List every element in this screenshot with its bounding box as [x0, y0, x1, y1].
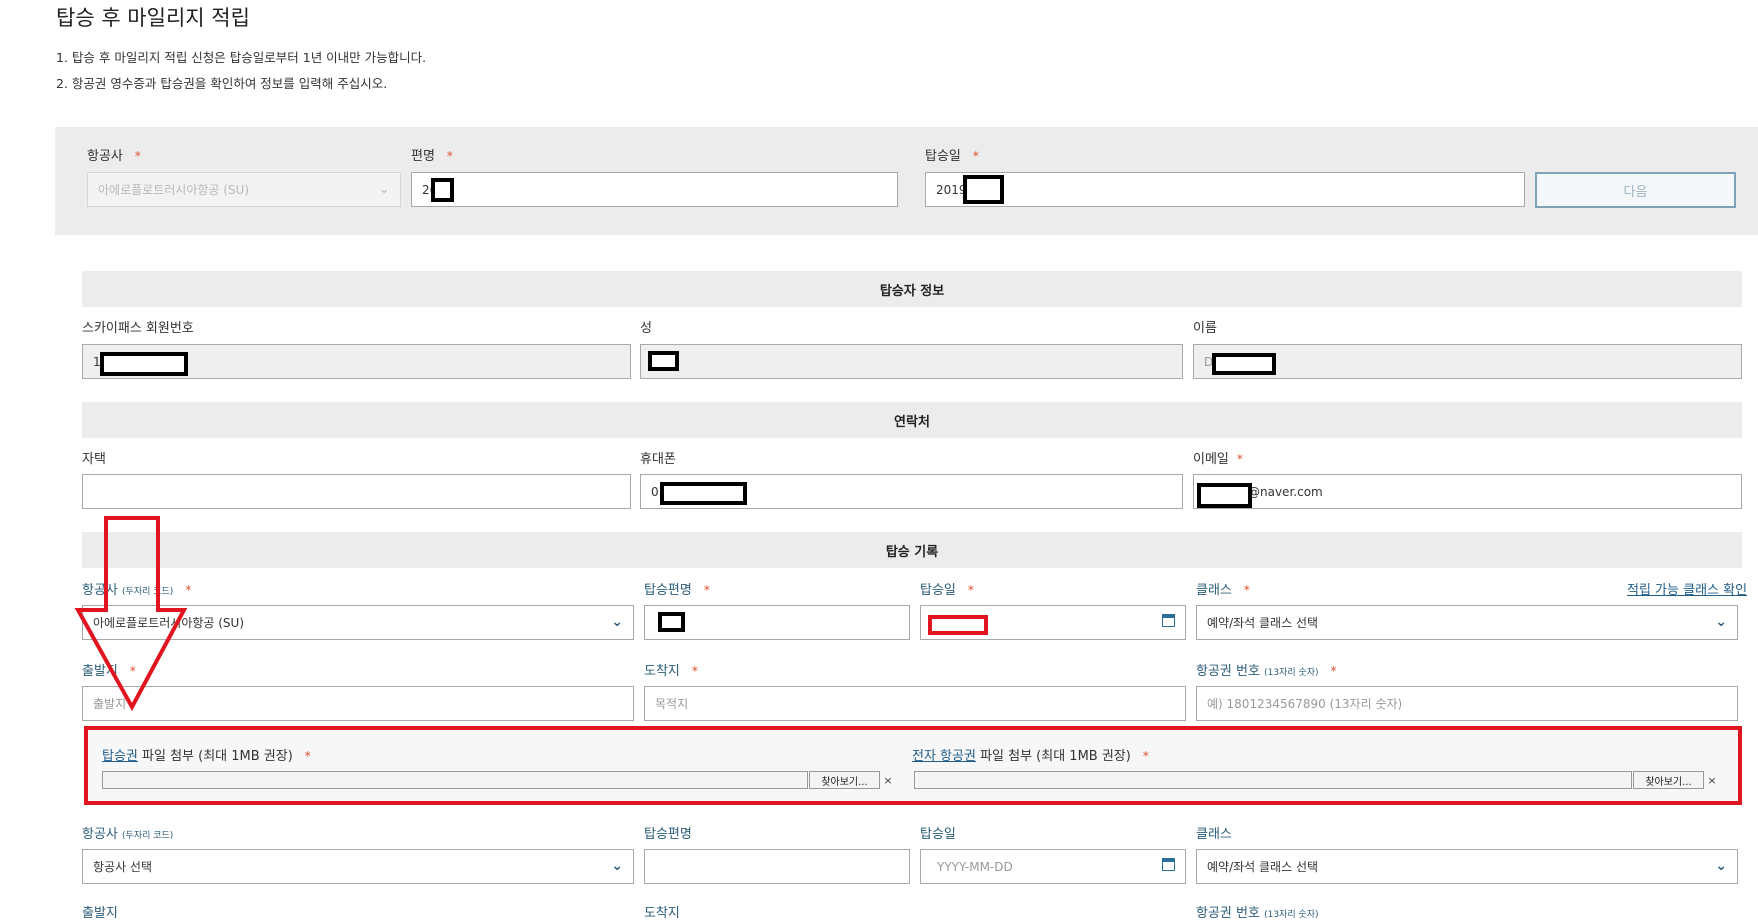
annotation-arrow — [74, 516, 188, 712]
down-arrow-icon — [74, 516, 188, 712]
